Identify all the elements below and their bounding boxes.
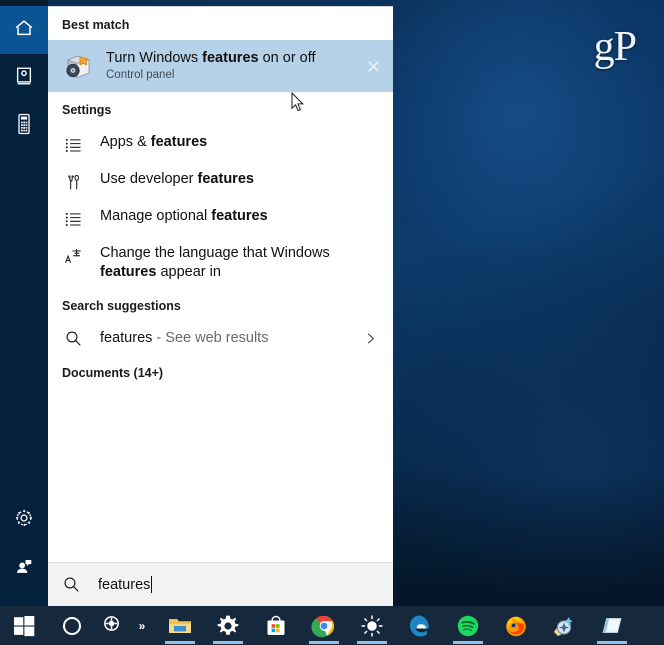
taskbar-running-indicator xyxy=(453,641,483,644)
taskbar-compass-app[interactable] xyxy=(540,606,588,645)
notepad-icon xyxy=(599,613,625,639)
sun-icon xyxy=(359,613,385,639)
best-match-text: Turn Windows features on or off Control … xyxy=(106,49,363,83)
taskbar-microsoft-edge[interactable] xyxy=(396,606,444,645)
edge-icon xyxy=(407,613,433,639)
chevron-double-right-icon: » xyxy=(138,618,146,633)
taskbar-brightness-app[interactable] xyxy=(348,606,396,645)
rail-item-home[interactable] xyxy=(0,6,48,54)
list-icon xyxy=(62,208,84,230)
settings-item-label: Manage optional features xyxy=(100,208,268,224)
text-caret xyxy=(151,576,153,593)
best-match-result[interactable]: Turn Windows features on or off Control … xyxy=(48,40,393,92)
store-bag-icon xyxy=(263,613,289,639)
taskbar-spotify[interactable] xyxy=(444,606,492,645)
chevron-right-icon[interactable] xyxy=(359,327,381,349)
taskbar-file-explorer[interactable] xyxy=(156,606,204,645)
document-icon xyxy=(14,65,34,92)
search-suggestions-heading: Search suggestions xyxy=(62,299,181,313)
search-results-body: Best match Turn Windows features on or o… xyxy=(48,7,393,562)
best-match-subtitle: Control panel xyxy=(106,69,175,81)
documents-heading: Documents (14+) xyxy=(62,366,164,380)
developer-tools-icon xyxy=(62,171,84,193)
settings-item-label: Use developer features xyxy=(100,171,254,187)
taskbar-google-chrome[interactable] xyxy=(300,606,348,645)
calculator-icon xyxy=(16,112,32,141)
spotify-icon xyxy=(455,613,481,639)
settings-item-label: Change the language that Windows feature… xyxy=(100,245,330,280)
settings-item-use-developer-features[interactable]: Use developer features xyxy=(48,162,393,199)
search-suggestion-text: features - See web results xyxy=(100,330,269,346)
search-icon xyxy=(60,574,82,596)
gear-icon xyxy=(215,613,241,639)
taskbar-running-indicator xyxy=(357,641,387,644)
settings-item-label: Apps & features xyxy=(100,134,208,150)
settings-heading: Settings xyxy=(62,103,112,117)
rail-item-account[interactable] xyxy=(0,544,48,592)
search-suggestion-web-result[interactable]: features - See web results xyxy=(48,321,393,355)
language-icon xyxy=(62,245,84,267)
rail-item-documents[interactable] xyxy=(0,54,48,102)
taskbar-start-button[interactable] xyxy=(0,606,48,645)
settings-item-apps-and-features[interactable]: Apps & features xyxy=(48,125,393,162)
search-results-panel: Best match Turn Windows features on or o… xyxy=(48,6,393,606)
wallpaper-vignette xyxy=(393,470,664,610)
search-icon xyxy=(62,327,84,349)
taskbar-mozilla-firefox[interactable] xyxy=(492,606,540,645)
taskbar-notepad-app[interactable] xyxy=(588,606,636,645)
taskbar-task-view-button[interactable] xyxy=(96,606,126,645)
file-explorer-icon xyxy=(167,613,193,639)
taskbar-running-indicator xyxy=(213,641,243,644)
taskbar-running-indicator xyxy=(597,641,627,644)
rail-item-calculator[interactable] xyxy=(0,102,48,150)
wallpaper-glow-lower xyxy=(400,300,664,640)
gear-icon xyxy=(13,507,35,534)
taskbar-microsoft-store[interactable] xyxy=(252,606,300,645)
best-match-title: Turn Windows features on or off xyxy=(106,50,316,66)
start-menu-rail xyxy=(0,6,48,606)
firefox-icon xyxy=(503,613,529,639)
taskbar-cortana-button[interactable] xyxy=(48,606,96,645)
settings-item-change-display-language[interactable]: Change the language that Windows feature… xyxy=(48,236,393,288)
cortana-circle-icon xyxy=(59,613,85,639)
taskbar-running-indicator xyxy=(165,641,195,644)
task-view-icon xyxy=(102,614,121,638)
windows-logo-icon xyxy=(11,613,37,639)
desktop-screen: gP Best match Turn Windows features on o… xyxy=(0,0,664,645)
settings-item-manage-optional-features[interactable]: Manage optional features xyxy=(48,199,393,236)
list-icon xyxy=(62,134,84,156)
taskbar-settings-app[interactable] xyxy=(204,606,252,645)
wallpaper-watermark: gP xyxy=(593,24,637,70)
best-match-heading: Best match xyxy=(62,18,130,32)
home-icon xyxy=(13,17,35,44)
control-panel-programs-icon xyxy=(62,50,94,82)
chrome-icon xyxy=(311,613,337,639)
search-input[interactable]: features xyxy=(48,562,393,606)
taskbar: » xyxy=(0,606,664,645)
search-input-value: features xyxy=(98,576,153,593)
rail-item-settings[interactable] xyxy=(0,496,48,544)
taskbar-running-indicator xyxy=(309,641,339,644)
person-icon xyxy=(13,555,35,582)
taskbar-show-more-button[interactable]: » xyxy=(126,606,156,645)
compass-icon xyxy=(551,613,577,639)
close-icon[interactable] xyxy=(363,56,383,76)
